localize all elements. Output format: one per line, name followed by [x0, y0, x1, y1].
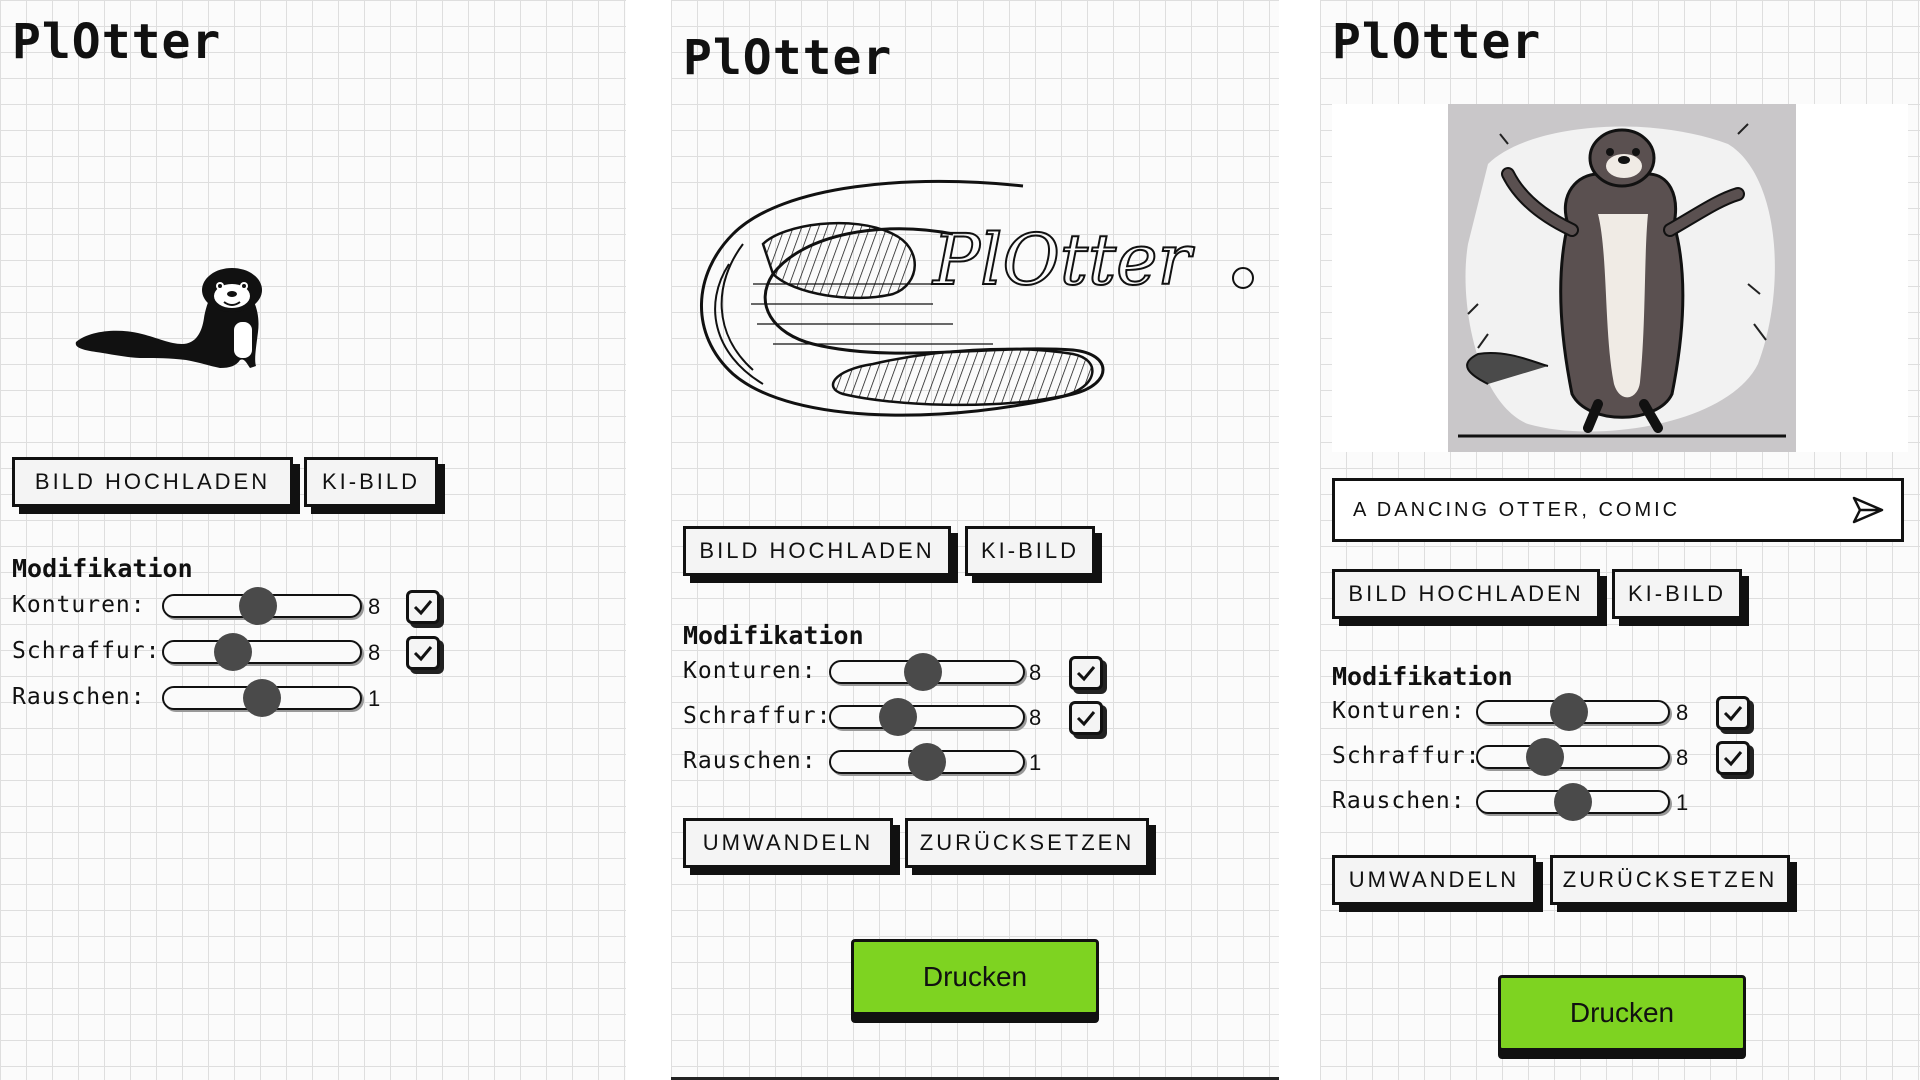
reset-button[interactable]: ZURÜCKSETZEN [905, 818, 1149, 868]
slider-label-contours: Konturen: [683, 658, 817, 684]
contours-value: 8 [368, 594, 381, 619]
slider-label-contours: Konturen: [1332, 698, 1466, 724]
send-icon[interactable] [1851, 495, 1885, 525]
hatching-value: 8 [368, 640, 381, 665]
noise-value: 1 [1029, 750, 1042, 775]
reset-button[interactable]: ZURÜCKSETZEN [1550, 855, 1790, 905]
checkmark-icon [1723, 706, 1743, 722]
slider-row-hatching: Schraffur: 8 [12, 633, 452, 674]
checkmark-icon [1076, 711, 1096, 727]
contours-checkbox[interactable] [1069, 656, 1103, 690]
ai-image-button[interactable]: KI-BILD [304, 457, 438, 507]
hatching-value: 8 [1676, 745, 1689, 770]
dancing-otter-image [1448, 104, 1796, 452]
contours-checkbox[interactable] [1716, 696, 1750, 730]
slider-thumb[interactable] [908, 743, 946, 781]
slider-thumb[interactable] [1554, 783, 1592, 821]
slider-thumb[interactable] [904, 653, 943, 691]
checkmark-icon [1076, 666, 1096, 682]
slider-label-noise: Rauschen: [12, 684, 146, 710]
hatching-slider[interactable] [829, 698, 1025, 736]
ai-image-button[interactable]: KI-BILD [965, 526, 1095, 576]
logo-text: PlOtter [931, 219, 1195, 301]
hatching-checkbox[interactable] [1069, 701, 1103, 735]
slider-label-hatching: Schraffur: [12, 638, 161, 664]
print-button[interactable]: Drucken [1498, 975, 1746, 1051]
slider-label-hatching: Schraffur: [1332, 743, 1481, 769]
contours-checkbox[interactable] [406, 590, 440, 624]
modification-title: Modifikation [683, 621, 864, 650]
noise-value: 1 [368, 686, 381, 711]
screen-logo: PlOtter PlOtter BILD HOCHLADEN KI-BILD M… [671, 0, 1279, 1080]
checkmark-icon [413, 600, 433, 616]
app-title: PlOtter [12, 14, 222, 70]
otter-silhouette-icon [70, 262, 270, 382]
hatching-checkbox[interactable] [406, 636, 440, 670]
slider-thumb[interactable] [213, 633, 252, 671]
contours-value: 8 [1029, 660, 1042, 685]
slider-thumb[interactable] [1525, 738, 1564, 776]
slider-row-hatching: Schraffur: 8 [683, 698, 1123, 739]
slider-row-contours: Konturen: 8 [683, 653, 1123, 694]
slider-label-noise: Rauschen: [683, 748, 817, 774]
slider-thumb[interactable] [879, 698, 918, 736]
contours-slider[interactable] [1476, 693, 1670, 731]
print-button[interactable]: Drucken [851, 939, 1099, 1015]
slider-thumb[interactable] [243, 679, 281, 717]
ai-prompt-field[interactable] [1332, 478, 1904, 542]
slider-label-hatching: Schraffur: [683, 703, 832, 729]
slider-thumb[interactable] [1550, 693, 1589, 731]
hatching-slider[interactable] [162, 633, 362, 671]
modification-title: Modifikation [12, 554, 193, 583]
hatching-checkbox[interactable] [1716, 741, 1750, 775]
generated-image-frame [1332, 104, 1908, 452]
upload-image-button[interactable]: BILD HOCHLADEN [683, 526, 951, 576]
noise-value: 1 [1676, 790, 1689, 815]
slider-row-noise: Rauschen: 1 [1332, 783, 1772, 824]
contours-slider[interactable] [829, 653, 1025, 691]
slider-label-noise: Rauschen: [1332, 788, 1466, 814]
contours-value: 8 [1676, 700, 1689, 725]
app-title: PlOtter [683, 30, 893, 86]
screen-ai-image: PlOtter A DANCING OTTER, COMIC BILD HOCH… [1320, 0, 1920, 1080]
modification-title: Modifikation [1332, 662, 1513, 691]
hatching-value: 8 [1029, 705, 1042, 730]
hatching-slider[interactable] [1476, 738, 1670, 776]
ai-prompt-input[interactable] [1351, 497, 1851, 523]
noise-slider[interactable] [1476, 783, 1670, 821]
convert-button[interactable]: UMWANDELN [1332, 855, 1536, 905]
slider-row-noise: Rauschen: 1 [683, 743, 1123, 784]
ai-image-button[interactable]: KI-BILD [1612, 569, 1742, 619]
checkmark-icon [1723, 751, 1743, 767]
slider-row-contours: Konturen: 8 [12, 587, 452, 628]
slider-row-noise: Rauschen: 1 [12, 679, 452, 720]
app-title: PlOtter [1332, 14, 1542, 70]
contours-slider[interactable] [162, 587, 362, 625]
slider-thumb[interactable] [239, 587, 278, 625]
upload-image-button[interactable]: BILD HOCHLADEN [1332, 569, 1600, 619]
convert-button[interactable]: UMWANDELN [683, 818, 893, 868]
slider-row-hatching: Schraffur: 8 [1332, 738, 1772, 779]
noise-slider[interactable] [829, 743, 1025, 781]
slider-row-contours: Konturen: 8 [1332, 693, 1772, 734]
noise-slider[interactable] [162, 679, 362, 717]
screen-start: PlOtter BILD HOCHLADEN KI-BILD Modifikat… [0, 0, 626, 1080]
slider-label-contours: Konturen: [12, 592, 146, 618]
checkmark-icon [413, 646, 433, 662]
plotter-logo-drawing: PlOtter [693, 174, 1263, 434]
upload-image-button[interactable]: BILD HOCHLADEN [12, 457, 293, 507]
